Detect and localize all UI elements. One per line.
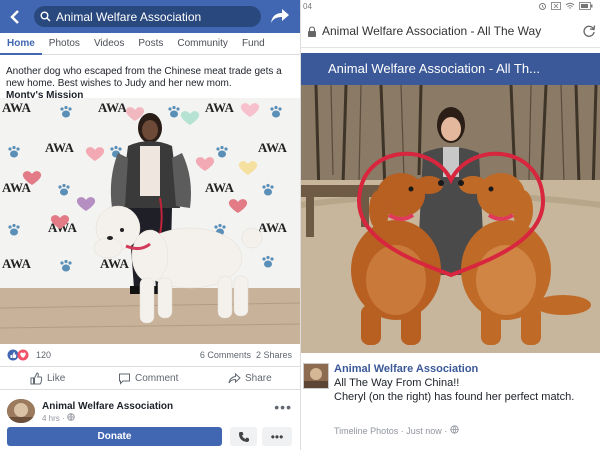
globe-icon — [450, 425, 459, 434]
more-options-icon[interactable]: ••• — [274, 399, 292, 415]
browser-url-bar[interactable]: Animal Welfare Association - All The Way — [301, 14, 600, 48]
post-time-text: 4 hrs · — [42, 414, 65, 423]
post-time: 4 hrs · — [42, 413, 75, 423]
tab-photos[interactable]: Photos — [42, 33, 87, 55]
caption-meta-text: Timeline Photos · Just now · — [334, 426, 448, 436]
tab-home[interactable]: Home — [0, 33, 42, 55]
status-icons — [538, 2, 593, 10]
page-tabs: Home Photos Videos Posts Community Fund — [0, 33, 300, 55]
browser-panel: 04 Animal Welfare Association - All The … — [300, 0, 600, 450]
reload-icon[interactable] — [582, 24, 596, 43]
comments-shares-count[interactable]: 6 Comments 2 Shares — [200, 350, 292, 360]
phone-icon — [238, 431, 249, 442]
status-clock: 04 — [303, 2, 312, 11]
battery-icon — [579, 2, 593, 10]
thumbs-up-icon — [30, 372, 43, 385]
share-button[interactable]: Share — [228, 372, 272, 385]
comments-count[interactable]: 6 Comments — [200, 350, 251, 360]
status-bar: 04 — [301, 0, 600, 14]
reaction-stats-bar: 120 6 Comments 2 Shares — [0, 345, 300, 364]
like-love-reactions-icon — [7, 349, 29, 361]
shares-count[interactable]: 2 Shares — [256, 350, 292, 360]
wifi-icon — [565, 2, 575, 9]
tab-fundraisers[interactable]: Fund — [235, 33, 272, 55]
page-name[interactable]: Animal Welfare Association — [334, 363, 478, 375]
globe-icon — [67, 413, 75, 421]
page-avatar[interactable] — [7, 399, 35, 423]
comment-label: Comment — [135, 373, 179, 384]
app-top-bar: Animal Welfare Association — [0, 0, 300, 33]
like-label: Like — [47, 373, 66, 384]
reaction-summary[interactable]: 120 — [7, 349, 51, 361]
tab-posts[interactable]: Posts — [131, 33, 170, 55]
tab-community[interactable]: Community — [170, 33, 235, 55]
donate-button[interactable]: Donate — [7, 427, 222, 446]
page-title: Animal Welfare Association - All Th... — [301, 53, 600, 85]
like-button[interactable]: Like — [30, 372, 65, 385]
more-actions-button[interactable]: ••• — [262, 427, 292, 446]
photo-caption: Animal Welfare Association All The Way F… — [301, 360, 600, 450]
page-name[interactable]: Animal Welfare Association — [42, 401, 173, 412]
share-arrow-icon — [228, 372, 241, 384]
post-photo-woman-with-poodle[interactable]: AWA AWA AWA AWA AWA AWA AWA AWA AWA AWA … — [0, 98, 300, 344]
call-button[interactable] — [230, 427, 257, 446]
facebook-app-panel: Animal Welfare Association Home Photos V… — [0, 0, 300, 450]
caption-body: Cheryl (on the right) has found her perf… — [334, 391, 575, 403]
page-footer-card: Animal Welfare Association 4 hrs · ••• D… — [0, 395, 300, 450]
search-input[interactable]: Animal Welfare Association — [34, 6, 261, 27]
tab-videos[interactable]: Videos — [87, 33, 131, 55]
caption-meta: Timeline Photos · Just now · — [334, 425, 459, 436]
photo-scene — [301, 85, 600, 353]
post-actions-bar: Like Comment Share — [0, 366, 300, 390]
caption-headline: All The Way From China!! — [334, 377, 460, 389]
reaction-count: 120 — [36, 350, 52, 360]
photo-scene — [0, 103, 300, 344]
back-arrow-icon[interactable] — [0, 0, 30, 33]
page-avatar[interactable] — [303, 363, 329, 389]
search-value: Animal Welfare Association — [56, 9, 202, 24]
comment-bubble-icon — [119, 373, 130, 385]
screenshot-collage: Animal Welfare Association Home Photos V… — [0, 0, 600, 450]
close-box-icon — [551, 2, 561, 10]
lock-icon — [307, 25, 317, 43]
comment-button[interactable]: Comment — [118, 372, 178, 385]
share-arrow-icon[interactable] — [270, 7, 290, 30]
post-text: Another dog who escaped from the Chinese… — [6, 66, 296, 102]
share-label: Share — [245, 373, 272, 384]
post-photo-woman-with-golden-retrievers[interactable] — [301, 85, 600, 353]
url-text[interactable]: Animal Welfare Association - All The Way — [322, 24, 562, 38]
search-icon — [34, 11, 56, 22]
post-body: Another dog who escaped from the Chinese… — [6, 66, 282, 89]
alarm-icon — [539, 3, 546, 10]
